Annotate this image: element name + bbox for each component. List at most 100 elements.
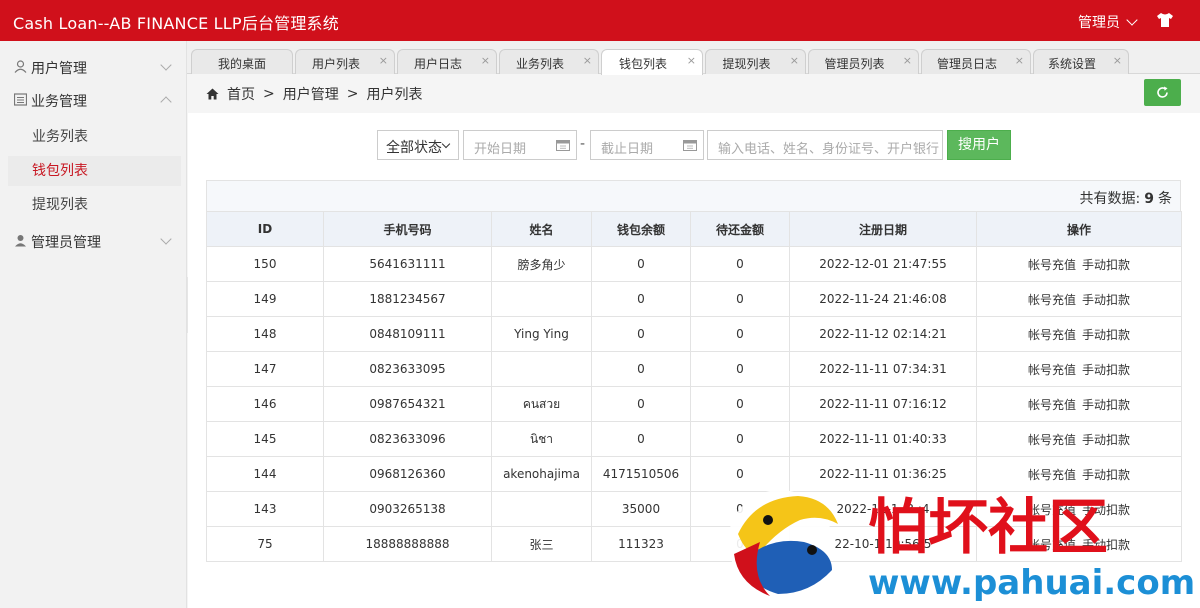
cell-due: 0 (690, 351, 790, 387)
close-icon[interactable]: × (903, 54, 912, 67)
recharge-link[interactable]: 帐号充值 (1028, 328, 1076, 342)
cell-actions: 帐号充值 手动扣款 (976, 246, 1182, 282)
column-header-name[interactable]: 姓名 (491, 211, 592, 247)
home-icon (206, 88, 219, 100)
close-icon[interactable]: × (481, 54, 490, 67)
user-name: 管理员 (1078, 15, 1120, 31)
tshirt-icon[interactable] (1156, 12, 1174, 28)
cell-id: 75 (206, 526, 324, 562)
column-header-actions: 操作 (976, 211, 1182, 247)
table-row: 147 0823633095 0 0 2022-11-11 07:34:31 帐号充值 手动… (206, 351, 1182, 387)
keyword-search-input[interactable]: 输入电话、姓名、身份证号、开户银行 (707, 130, 943, 160)
cell-balance: 0 (591, 386, 691, 422)
cell-phone: 0903265138 (323, 491, 492, 527)
tab-admin-list[interactable]: 管理员列表 × (808, 49, 919, 74)
recharge-link[interactable]: 帐号充值 (1028, 433, 1076, 447)
cell-id: 149 (206, 281, 324, 317)
cell-name (491, 491, 592, 527)
chevron-down-icon (160, 59, 172, 71)
recharge-link[interactable]: 帐号充值 (1028, 258, 1076, 272)
app-title: Cash Loan--AB FINANCE LLP后台管理系统 (13, 14, 339, 33)
column-header-register-date[interactable]: 注册日期 (789, 211, 977, 247)
cell-id: 150 (206, 246, 324, 282)
tab-wallet-list[interactable]: 钱包列表 × (601, 49, 703, 75)
tab-bar: 我的桌面 用户列表 × 用户日志 × 业务列表 × 钱包列表 × 提现列表 × … (187, 41, 1200, 75)
refresh-button[interactable] (1144, 79, 1181, 106)
cell-register-date: 2022-11-11 01:40:33 (789, 421, 977, 457)
list-icon (14, 93, 27, 106)
recharge-link[interactable]: 帐号充值 (1028, 398, 1076, 412)
watermark-url: www.pahuai.com (868, 563, 1195, 603)
start-date-placeholder: 开始日期 (474, 142, 527, 157)
breadcrumb-separator: > (346, 86, 359, 102)
column-header-id[interactable]: ID (206, 211, 324, 247)
sidebar-item-business-list[interactable]: 业务列表 (8, 122, 181, 152)
chevron-down-icon (441, 139, 451, 149)
tab-user-list[interactable]: 用户列表 × (295, 49, 395, 74)
status-select[interactable]: 全部状态 (377, 130, 459, 160)
sidebar-item-withdraw-list[interactable]: 提现列表 (8, 190, 181, 220)
manual-deduct-link[interactable]: 手动扣款 (1082, 258, 1130, 272)
sidebar-group-user-management[interactable]: 用户管理 (0, 50, 187, 84)
cell-due: 0 (690, 246, 790, 282)
record-count-value: 9 (1144, 191, 1154, 207)
tab-admin-log[interactable]: 管理员日志 × (921, 49, 1031, 74)
keyword-placeholder: 输入电话、姓名、身份证号、开户银行 (718, 142, 940, 157)
cell-actions: 帐号充值 手动扣款 (976, 281, 1182, 317)
end-date-input[interactable]: 截止日期 (590, 130, 704, 160)
cell-phone: 5641631111 (323, 246, 492, 282)
cell-name (491, 351, 592, 387)
column-header-balance[interactable]: 钱包余额 (591, 211, 691, 247)
cell-phone: 0848109111 (323, 316, 492, 352)
cell-name: 膀多角少 (491, 246, 592, 282)
cell-id: 146 (206, 386, 324, 422)
close-icon[interactable]: × (790, 54, 799, 67)
recharge-link[interactable]: 帐号充值 (1028, 293, 1076, 307)
tab-label: 系统设置 (1047, 57, 1096, 71)
cell-id: 145 (206, 421, 324, 457)
sidebar-group-business-management[interactable]: 业务管理 (0, 83, 187, 117)
tab-label: 用户日志 (413, 57, 462, 71)
close-icon[interactable]: × (687, 54, 696, 67)
sidebar-group-admin-management[interactable]: 管理员管理 (0, 224, 187, 258)
manual-deduct-link[interactable]: 手动扣款 (1082, 328, 1130, 342)
close-icon[interactable]: × (583, 54, 592, 67)
recharge-link[interactable]: 帐号充值 (1028, 363, 1076, 377)
table-row: 148 0848109111 Ying Ying 0 0 2022-11-12 02:14… (206, 316, 1182, 352)
manual-deduct-link[interactable]: 手动扣款 (1082, 433, 1130, 447)
cell-name: คนสวย (491, 386, 592, 422)
cell-balance: 0 (591, 246, 691, 282)
close-icon[interactable]: × (1015, 54, 1024, 67)
start-date-input[interactable]: 开始日期 (463, 130, 577, 160)
manual-deduct-link[interactable]: 手动扣款 (1082, 293, 1130, 307)
admin-icon (15, 235, 26, 247)
breadcrumb-user-management[interactable]: 用户管理 (283, 84, 339, 104)
tab-withdraw-list[interactable]: 提现列表 × (705, 49, 806, 74)
record-count: 共有数据: 9 条 (1080, 188, 1172, 208)
tab-my-desktop[interactable]: 我的桌面 (191, 49, 293, 74)
chevron-down-icon (1126, 14, 1138, 26)
sidebar-item-wallet-list[interactable]: 钱包列表 (8, 156, 181, 186)
user-menu[interactable]: 管理员 (1078, 12, 1138, 32)
watermark-title: 怕坏社区 (868, 493, 1108, 563)
tab-label: 管理员日志 (936, 57, 997, 71)
tab-user-log[interactable]: 用户日志 × (397, 49, 497, 74)
tab-business-list[interactable]: 业务列表 × (499, 49, 599, 74)
column-header-phone[interactable]: 手机号码 (323, 211, 492, 247)
manual-deduct-link[interactable]: 手动扣款 (1082, 363, 1130, 377)
close-icon[interactable]: × (1113, 54, 1122, 67)
cell-balance: 0 (591, 281, 691, 317)
user-icon (14, 60, 27, 73)
tab-system-settings[interactable]: 系统设置 × (1033, 49, 1129, 74)
search-users-button[interactable]: 搜用户 (947, 130, 1011, 160)
table-row: 146 0987654321 คนสวย 0 0 2022-11-11 07:16:12 帐… (206, 386, 1182, 422)
cell-register-date: 2022-12-01 21:47:55 (789, 246, 977, 282)
close-icon[interactable]: × (379, 54, 388, 67)
breadcrumb-home[interactable]: 首页 (227, 84, 255, 104)
cell-name: นิชา (491, 421, 592, 457)
calendar-icon (556, 140, 570, 151)
column-header-due[interactable]: 待还金额 (690, 211, 790, 247)
tab-label: 提现列表 (722, 57, 771, 71)
table-row: 149 1881234567 0 0 2022-11-24 21:46:08 帐号充值 手动… (206, 281, 1182, 317)
manual-deduct-link[interactable]: 手动扣款 (1082, 398, 1130, 412)
